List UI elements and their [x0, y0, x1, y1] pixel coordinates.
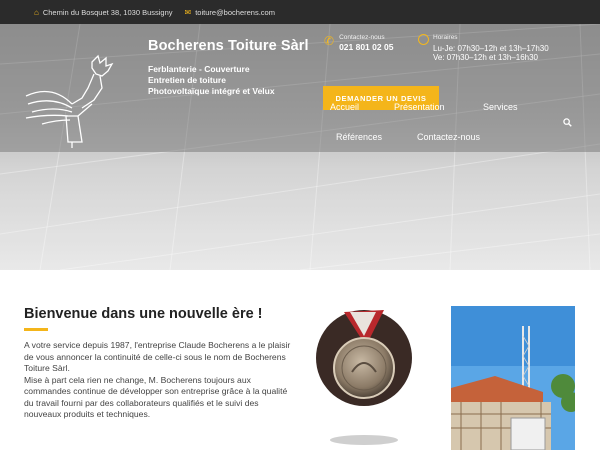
construction-photo — [451, 306, 575, 450]
tagline: Ferblanterie - Couverture Entretien de t… — [148, 64, 309, 97]
nav-item-references[interactable]: Références — [336, 132, 382, 142]
nav-item-presentation[interactable]: Présentation — [394, 102, 445, 112]
rooster-logo-icon[interactable] — [22, 54, 122, 149]
email-link[interactable]: toiture@bocherens.com — [195, 8, 275, 17]
medal-image — [316, 310, 412, 445]
tagline-line-3: Photovoltaïque intégré et Velux — [148, 86, 275, 96]
hours-label: Horaires — [433, 34, 458, 41]
mail-icon: ✉ — [184, 7, 192, 17]
welcome-paragraph-1: A votre service depuis 1987, l'entrepris… — [24, 340, 291, 373]
address-text: Chemin du Bosquet 38, 1030 Bussigny — [42, 7, 173, 17]
clock-icon — [418, 34, 429, 45]
hours-lines: Lu-Je: 07h30–12h et 13h–17h30 Ve: 07h30–… — [433, 44, 549, 62]
hours-line-2: Ve: 07h30–12h et 13h–16h30 — [433, 53, 538, 62]
search-icon[interactable] — [563, 118, 572, 127]
brand-block: Bocherens Toiture Sàrl Ferblanterie - Co… — [148, 38, 309, 97]
welcome-paragraph-2: Mise à part cela rien ne change, M. Boch… — [24, 374, 288, 420]
nav-item-services[interactable]: Services — [483, 102, 518, 112]
home-icon: ⌂ — [34, 7, 39, 17]
address-item: ⌂ Chemin du Bosquet 38, 1030 Bussigny — [34, 8, 173, 17]
email-item[interactable]: ✉ toiture@bocherens.com — [185, 8, 275, 17]
welcome-text: A votre service depuis 1987, l'entrepris… — [24, 340, 292, 421]
title-underline — [24, 328, 48, 331]
nav-item-contactez-nous[interactable]: Contactez-nous — [417, 132, 480, 142]
welcome-title: Bienvenue dans une nouvelle ère ! — [24, 306, 263, 322]
contact-block: ✆ Contactez-nous 021 801 02 05 — [324, 34, 393, 52]
phone-number[interactable]: 021 801 02 05 — [339, 42, 393, 52]
hero-banner: Bocherens Toiture Sàrl Ferblanterie - Co… — [0, 24, 600, 270]
company-name[interactable]: Bocherens Toiture Sàrl — [148, 38, 309, 54]
top-bar: ⌂ Chemin du Bosquet 38, 1030 Bussigny ✉ … — [0, 0, 600, 24]
tagline-line-2: Entretien de toiture — [148, 75, 226, 85]
nav-item-accueil[interactable]: Accueil — [330, 102, 359, 112]
hours-line-1: Lu-Je: 07h30–12h et 13h–17h30 — [433, 44, 549, 53]
contact-label: Contactez-nous — [339, 34, 385, 41]
tagline-line-1: Ferblanterie - Couverture — [148, 64, 250, 74]
phone-icon: ✆ — [324, 34, 335, 48]
